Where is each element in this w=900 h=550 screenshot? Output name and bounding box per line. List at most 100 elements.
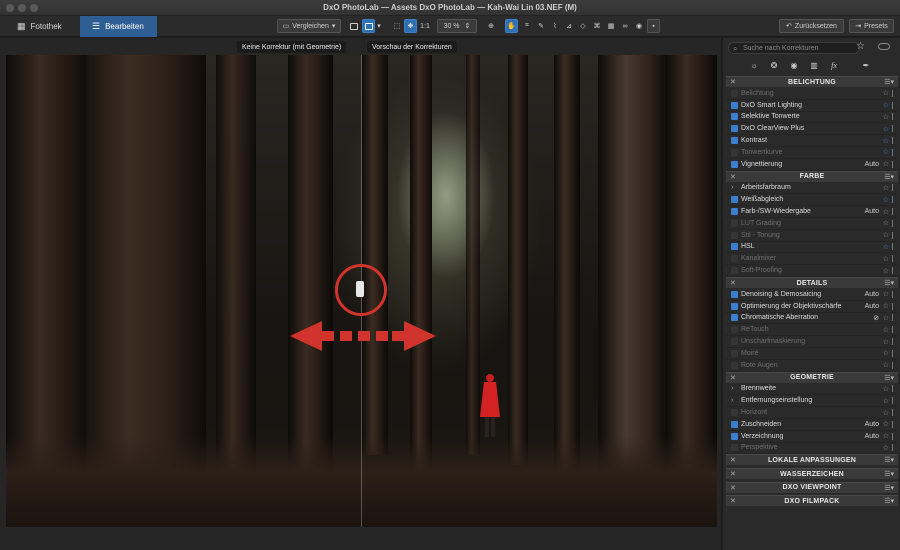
row-menu-icon[interactable] xyxy=(892,208,896,216)
favorite-star-icon[interactable]: ☆ xyxy=(883,196,889,204)
favorite-star-icon[interactable]: ☆ xyxy=(883,113,889,121)
section-header[interactable]: ✕ LOKALE ANPASSUNGEN ☰▾ xyxy=(726,454,898,466)
enable-checkbox[interactable] xyxy=(731,101,738,109)
single-view-button[interactable] xyxy=(348,19,360,33)
enable-checkbox[interactable] xyxy=(731,125,738,133)
correction-row[interactable]: Selektive Tonwerte ☆ xyxy=(726,112,898,124)
correction-row[interactable]: Denoising & Demosaicing Auto ☆ xyxy=(726,289,898,301)
row-menu-icon[interactable] xyxy=(892,89,896,97)
zoom-select[interactable]: 30 % ⇕ xyxy=(437,19,477,33)
enable-checkbox[interactable] xyxy=(731,302,738,310)
favorite-star-icon[interactable]: ☆ xyxy=(883,184,889,192)
toggle-switch[interactable] xyxy=(878,43,890,50)
row-menu-icon[interactable] xyxy=(892,231,896,239)
enable-checkbox[interactable] xyxy=(731,420,738,428)
correction-row[interactable]: Perspektive ☆ xyxy=(726,443,898,455)
enable-checkbox[interactable] xyxy=(731,361,738,369)
close-icon[interactable]: ✕ xyxy=(730,456,736,464)
favorite-star-icon[interactable]: ☆ xyxy=(883,255,889,263)
favorite-star-icon[interactable]: ☆ xyxy=(883,290,889,298)
section-header[interactable]: ✕ WASSERZEICHEN ☰▾ xyxy=(726,468,898,479)
favorite-star-icon[interactable]: ☆ xyxy=(883,89,889,97)
row-menu-icon[interactable] xyxy=(892,420,896,428)
favorite-star-icon[interactable]: ☆ xyxy=(883,397,889,405)
split-view-button[interactable] xyxy=(362,19,375,33)
correction-row[interactable]: HSL ☆ xyxy=(726,242,898,254)
row-menu-icon[interactable] xyxy=(892,255,896,263)
chevron-right-icon[interactable]: › xyxy=(731,184,733,191)
horizon-tool-button[interactable]: ⌇ xyxy=(549,19,561,33)
ratio-button[interactable]: 1:1 xyxy=(418,19,432,33)
enable-checkbox[interactable] xyxy=(731,338,738,346)
perspective-tool-button[interactable]: ⊿ xyxy=(563,19,575,33)
favorite-star-icon[interactable]: ☆ xyxy=(883,243,889,251)
reset-button[interactable]: ↶ Zurücksetzen xyxy=(779,19,844,33)
enable-checkbox[interactable] xyxy=(731,160,738,168)
menu-icon[interactable]: ☰▾ xyxy=(884,173,894,181)
correction-row[interactable]: Rote Augen ☆ xyxy=(726,360,898,372)
move-button[interactable]: ✥ xyxy=(404,19,417,33)
effects-tab-icon[interactable]: fx xyxy=(824,61,844,70)
close-icon[interactable]: ✕ xyxy=(730,173,736,181)
enable-checkbox[interactable] xyxy=(731,137,738,145)
correction-row[interactable]: › Brennweite ☆ xyxy=(726,384,898,396)
enable-checkbox[interactable] xyxy=(731,231,738,239)
crop-tool-button[interactable]: ⌗ xyxy=(521,19,533,33)
favorite-star-icon[interactable]: ☆ xyxy=(883,338,889,346)
preview-toggle-button[interactable]: ◉ xyxy=(633,19,645,33)
favorite-star-icon[interactable]: ☆ xyxy=(883,444,889,452)
presets-button[interactable]: ⇥ Presets xyxy=(849,19,894,33)
enable-checkbox[interactable] xyxy=(731,290,738,298)
detail-tab-icon[interactable]: ◉ xyxy=(784,61,804,70)
correction-row[interactable]: Horizont ☆ xyxy=(726,407,898,419)
enable-checkbox[interactable] xyxy=(731,255,738,263)
enable-checkbox[interactable] xyxy=(731,196,738,204)
favorite-star-icon[interactable]: ☆ xyxy=(883,326,889,334)
enable-checkbox[interactable] xyxy=(731,243,738,251)
favorite-star-icon[interactable]: ☆ xyxy=(883,219,889,227)
row-menu-icon[interactable] xyxy=(892,243,896,251)
enable-checkbox[interactable] xyxy=(731,267,738,275)
favorite-star-icon[interactable]: ☆ xyxy=(883,160,889,168)
image-viewer[interactable]: Keine Korrektur (mit Geometrie) Vorschau… xyxy=(0,38,721,550)
geometry-tab-icon[interactable]: ▥ xyxy=(804,61,824,70)
row-menu-icon[interactable] xyxy=(892,101,896,109)
chevron-right-icon[interactable]: › xyxy=(731,385,733,392)
menu-icon[interactable]: ☰▾ xyxy=(884,470,894,478)
correction-row[interactable]: Moiré ☆ xyxy=(726,348,898,360)
section-header[interactable]: ✕ GEOMETRIE ☰▾ xyxy=(726,371,898,383)
row-menu-icon[interactable] xyxy=(892,137,896,145)
favorite-star-icon[interactable]: ☆ xyxy=(883,314,889,322)
row-menu-icon[interactable] xyxy=(892,409,896,417)
fit-button[interactable]: ⬚ xyxy=(391,19,403,33)
tab-library[interactable]: ▦ Fotothek xyxy=(5,16,74,37)
favorites-star-icon[interactable]: ☆ xyxy=(856,41,865,52)
compare-button[interactable]: ▭ Vergleichen ▾ xyxy=(277,19,341,33)
correction-row[interactable]: Tonwertkurve ☆ xyxy=(726,147,898,159)
photo-forest[interactable] xyxy=(6,55,717,527)
favorite-star-icon[interactable]: ☆ xyxy=(883,385,889,393)
perspective8-tool-button[interactable]: ◇ xyxy=(577,19,589,33)
correction-row[interactable]: Kontrast ☆ xyxy=(726,135,898,147)
color-tab-icon[interactable]: ❂ xyxy=(764,61,784,70)
search-input[interactable]: ⌕ Suche nach Korrekturen xyxy=(728,42,860,54)
favorite-star-icon[interactable]: ☆ xyxy=(883,101,889,109)
row-menu-icon[interactable] xyxy=(892,432,896,440)
row-menu-icon[interactable] xyxy=(892,125,896,133)
close-icon[interactable]: ✕ xyxy=(730,374,736,382)
row-menu-icon[interactable] xyxy=(892,290,896,298)
menu-icon[interactable]: ☰▾ xyxy=(884,374,894,382)
enable-checkbox[interactable] xyxy=(731,208,738,216)
close-icon[interactable]: ✕ xyxy=(730,497,736,505)
section-header[interactable]: ✕ DXO VIEWPOINT ☰▾ xyxy=(726,481,898,493)
section-header[interactable]: ✕ DETAILS ☰▾ xyxy=(726,277,898,288)
favorite-star-icon[interactable]: ☆ xyxy=(883,137,889,145)
correction-row[interactable]: › Arbeitsfarbraum ☆ xyxy=(726,183,898,195)
tab-edit[interactable]: ☰ Bearbeiten xyxy=(80,16,157,37)
eyedropper-tab-icon[interactable]: ✒ xyxy=(856,61,876,70)
section-header[interactable]: ✕ BELICHTUNG ☰▾ xyxy=(726,76,898,87)
row-menu-icon[interactable] xyxy=(892,160,896,168)
enable-checkbox[interactable] xyxy=(731,409,738,417)
favorite-star-icon[interactable]: ☆ xyxy=(883,361,889,369)
section-header[interactable]: ✕ FARBE ☰▾ xyxy=(726,170,898,182)
